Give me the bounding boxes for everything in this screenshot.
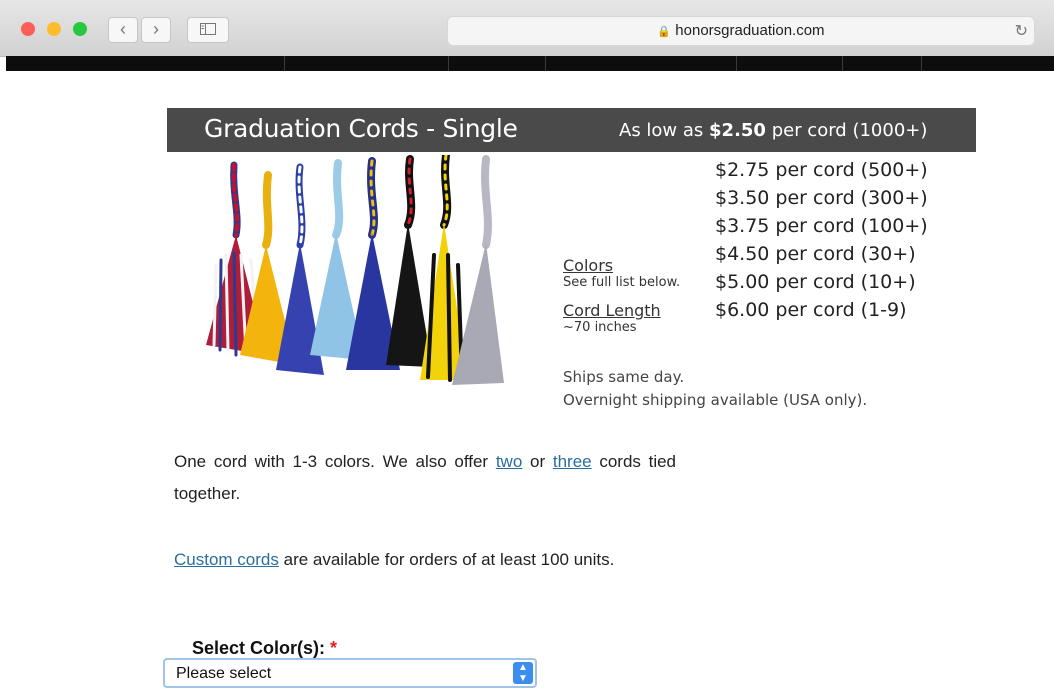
nav-divider	[448, 56, 449, 71]
select-arrows-icon: ▲ ▼	[513, 662, 533, 684]
nav-divider	[921, 56, 922, 71]
price-tier: $3.50 per cord (300+)	[715, 187, 928, 209]
colors-info: Colors See full list below.	[563, 256, 680, 290]
price-tier: $3.75 per cord (100+)	[715, 215, 928, 237]
cord-length-value: ~70 inches	[563, 320, 637, 335]
select-color-label: Select Color(s): *	[192, 638, 338, 658]
nav-divider	[545, 56, 546, 71]
forward-button[interactable]: ›	[141, 17, 171, 43]
lowest-price: As low as $2.50 per cord (1000+)	[619, 120, 928, 141]
ships-same-day: Ships same day.	[563, 368, 685, 386]
close-window-button[interactable]	[21, 22, 35, 36]
lock-icon: 🔒	[657, 26, 672, 38]
cords-image	[206, 155, 504, 385]
price-tier: $2.75 per cord (500+)	[715, 159, 928, 181]
colors-link[interactable]: Colors	[563, 256, 680, 275]
reload-icon[interactable]: ↻	[1015, 21, 1028, 41]
custom-cords-paragraph: Custom cords are available for orders of…	[174, 550, 615, 569]
product-title: Graduation Cords - Single	[204, 114, 518, 143]
two-cords-link[interactable]: two	[496, 452, 522, 471]
price-tier: $4.50 per cord (30+)	[715, 243, 916, 265]
custom-cords-link[interactable]: Custom cords	[174, 550, 279, 569]
back-button[interactable]: ‹	[108, 17, 138, 43]
cord-length-heading: Cord Length	[563, 301, 661, 320]
color-select-value: Please select	[176, 665, 272, 682]
zoom-window-button[interactable]	[73, 22, 87, 36]
price-tier: $5.00 per cord (10+)	[715, 271, 916, 293]
nav-divider	[842, 56, 843, 71]
chevron-right-icon: ›	[153, 19, 159, 39]
sidebar-toggle-button[interactable]	[187, 17, 229, 43]
three-cords-link[interactable]: three	[553, 452, 592, 471]
colors-note: See full list below.	[563, 275, 681, 290]
description-paragraph: One cord with 1-3 colors. We also offer …	[174, 452, 677, 503]
minimize-window-button[interactable]	[47, 22, 61, 36]
address-bar[interactable]: 🔒 honorsgraduation.com ↻	[447, 16, 1035, 46]
url-text: honorsgraduation.com	[675, 22, 825, 39]
sidebar-icon	[200, 23, 216, 35]
nav-divider	[736, 56, 737, 71]
price-tier: $6.00 per cord (1-9)	[715, 299, 907, 321]
chevron-left-icon: ‹	[120, 19, 126, 39]
browser-toolbar: ‹ › 🔒 honorsgraduation.com ↻	[0, 0, 1054, 57]
cord-length-info: Cord Length ~70 inches	[563, 301, 661, 335]
site-nav-bar	[6, 56, 1054, 71]
color-select[interactable]: Please select ▲ ▼	[163, 658, 537, 688]
nav-divider	[284, 56, 285, 71]
required-marker: *	[330, 638, 338, 658]
overnight-shipping: Overnight shipping available (USA only).	[563, 391, 868, 409]
price-tiers-list: $2.75 per cord (500+) $3.50 per cord (30…	[715, 156, 928, 324]
shipping-info: Ships same day. Overnight shipping avail…	[563, 366, 867, 412]
product-banner: Graduation Cords - Single As low as $2.5…	[167, 108, 976, 152]
